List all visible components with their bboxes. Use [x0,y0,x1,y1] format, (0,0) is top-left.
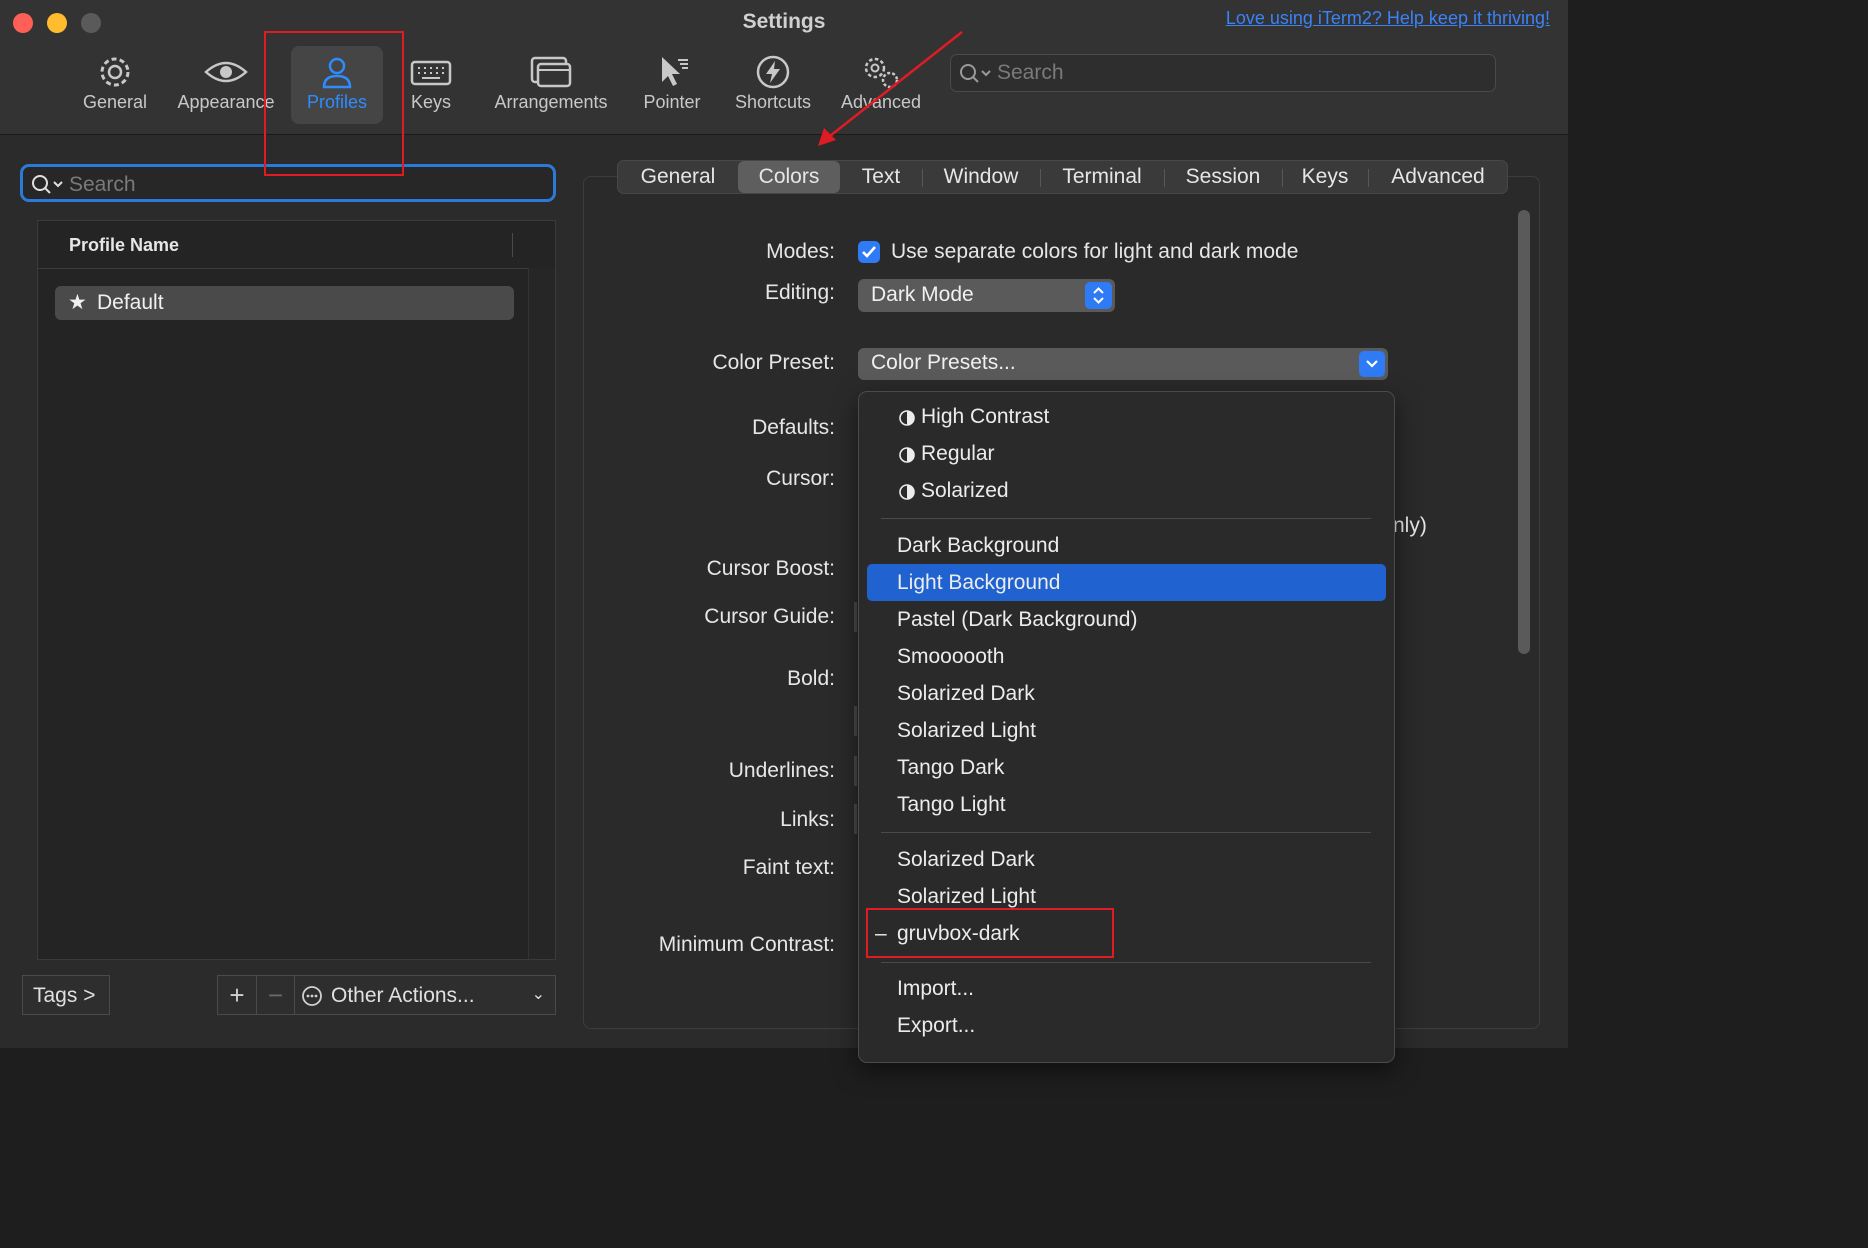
annotation-arrow [818,31,963,146]
settings-window: Settings Love using iTerm2? Help keep it… [0,0,1568,1063]
